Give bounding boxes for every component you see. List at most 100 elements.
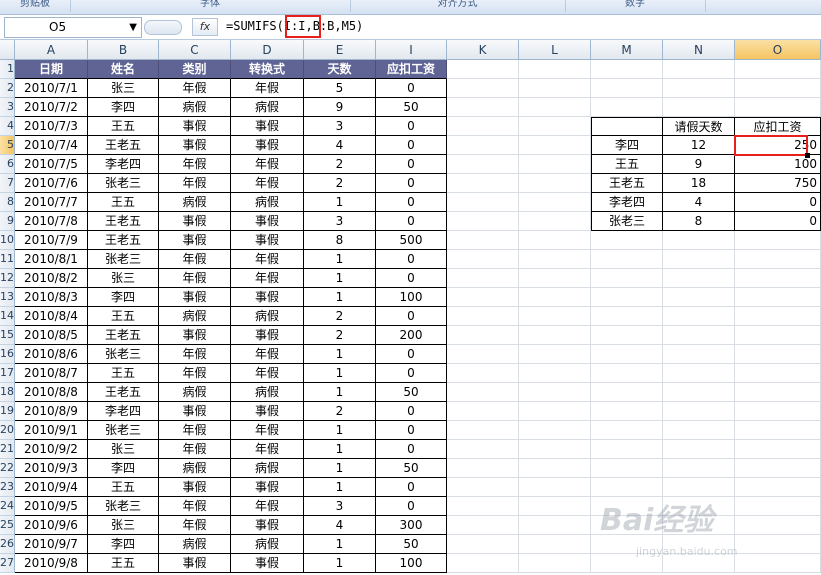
main-table-cell[interactable]: 2010/9/3 (15, 459, 88, 478)
main-table-cell[interactable]: 0 (376, 250, 447, 269)
row-header-3[interactable]: 3 (0, 98, 15, 117)
empty-cell[interactable] (519, 516, 591, 535)
main-table-cell[interactable]: 事假 (231, 326, 304, 345)
empty-cell[interactable] (447, 212, 519, 231)
main-table-cell[interactable]: 2010/7/5 (15, 155, 88, 174)
main-table-cell[interactable]: 年假 (159, 345, 231, 364)
row-header-26[interactable]: 26 (0, 535, 15, 554)
main-table-cell[interactable]: 2010/9/5 (15, 497, 88, 516)
empty-cell[interactable] (663, 326, 735, 345)
main-table-cell[interactable]: 年假 (159, 250, 231, 269)
empty-cell[interactable] (447, 554, 519, 573)
empty-cell[interactable] (735, 288, 821, 307)
main-table-cell[interactable]: 病假 (231, 98, 304, 117)
main-table-cell[interactable]: 1 (304, 459, 376, 478)
empty-cell[interactable] (447, 155, 519, 174)
main-table-cell[interactable]: 8 (304, 231, 376, 250)
empty-cell[interactable] (519, 402, 591, 421)
summary-cell[interactable]: 王老五 (591, 174, 663, 193)
summary-cell[interactable]: 0 (735, 212, 821, 231)
summary-cell[interactable]: 0 (735, 193, 821, 212)
column-header-d[interactable]: D (231, 40, 304, 60)
main-table-cell[interactable]: 年假 (159, 421, 231, 440)
main-table-cell[interactable]: 王老五 (88, 326, 159, 345)
empty-cell[interactable] (519, 440, 591, 459)
empty-cell[interactable] (591, 402, 663, 421)
main-table-cell[interactable]: 年假 (231, 155, 304, 174)
main-table-cell[interactable]: 事假 (159, 288, 231, 307)
main-table-cell[interactable]: 1 (304, 383, 376, 402)
main-table-cell[interactable]: 9 (304, 98, 376, 117)
empty-cell[interactable] (663, 98, 735, 117)
main-table-cell[interactable]: 张老三 (88, 345, 159, 364)
main-table-cell[interactable]: 年假 (159, 79, 231, 98)
main-table-cell[interactable]: 年假 (159, 440, 231, 459)
empty-cell[interactable] (735, 231, 821, 250)
row-header-6[interactable]: 6 (0, 155, 15, 174)
main-table-cell[interactable]: 年假 (159, 497, 231, 516)
empty-cell[interactable] (663, 421, 735, 440)
main-table-cell[interactable]: 1 (304, 345, 376, 364)
main-table-cell[interactable]: 2010/8/8 (15, 383, 88, 402)
summary-cell[interactable]: 王五 (591, 155, 663, 174)
empty-cell[interactable] (519, 60, 591, 79)
main-table-cell[interactable]: 0 (376, 193, 447, 212)
main-table-cell[interactable]: 1 (304, 421, 376, 440)
main-table-cell[interactable]: 3 (304, 497, 376, 516)
column-header-c[interactable]: C (159, 40, 231, 60)
main-table-cell[interactable]: 年假 (231, 250, 304, 269)
row-header-18[interactable]: 18 (0, 383, 15, 402)
row-header-2[interactable]: 2 (0, 79, 15, 98)
empty-cell[interactable] (663, 269, 735, 288)
main-table-cell[interactable]: 病假 (231, 383, 304, 402)
main-table-cell[interactable]: 李四 (88, 288, 159, 307)
empty-cell[interactable] (519, 155, 591, 174)
empty-cell[interactable] (519, 497, 591, 516)
empty-cell[interactable] (447, 440, 519, 459)
summary-cell[interactable]: 12 (663, 136, 735, 155)
row-header-20[interactable]: 20 (0, 421, 15, 440)
empty-cell[interactable] (663, 402, 735, 421)
name-box[interactable]: O5 ▼ (4, 17, 142, 38)
empty-cell[interactable] (663, 459, 735, 478)
summary-cell[interactable]: 18 (663, 174, 735, 193)
empty-cell[interactable] (447, 193, 519, 212)
main-table-cell[interactable]: 0 (376, 364, 447, 383)
main-table-cell[interactable]: 50 (376, 383, 447, 402)
main-table-cell[interactable]: 2010/8/7 (15, 364, 88, 383)
empty-cell[interactable] (735, 269, 821, 288)
main-table-cell[interactable]: 2 (304, 402, 376, 421)
empty-cell[interactable] (591, 383, 663, 402)
insert-function-button[interactable]: fx (192, 18, 218, 36)
main-table-cell[interactable]: 李四 (88, 459, 159, 478)
main-table-cell[interactable]: 0 (376, 212, 447, 231)
empty-cell[interactable] (519, 364, 591, 383)
column-header-b[interactable]: B (88, 40, 159, 60)
main-table-cell[interactable]: 事假 (159, 326, 231, 345)
empty-cell[interactable] (663, 383, 735, 402)
main-table-cell[interactable]: 2010/9/2 (15, 440, 88, 459)
column-header-i[interactable]: I (376, 40, 447, 60)
row-header-24[interactable]: 24 (0, 497, 15, 516)
chevron-down-icon[interactable]: ▼ (129, 18, 137, 37)
empty-cell[interactable] (591, 307, 663, 326)
main-table-cell[interactable]: 张老三 (88, 250, 159, 269)
summary-cell[interactable]: 4 (663, 193, 735, 212)
empty-cell[interactable] (663, 79, 735, 98)
main-table-cell[interactable]: 0 (376, 345, 447, 364)
empty-cell[interactable] (591, 231, 663, 250)
main-table-cell[interactable]: 年假 (231, 497, 304, 516)
empty-cell[interactable] (663, 231, 735, 250)
main-table-cell[interactable]: 1 (304, 478, 376, 497)
main-table-cell[interactable]: 2010/8/1 (15, 250, 88, 269)
main-table-cell[interactable]: 0 (376, 269, 447, 288)
empty-cell[interactable] (591, 98, 663, 117)
main-table-cell[interactable]: 年假 (159, 269, 231, 288)
column-header-e[interactable]: E (304, 40, 376, 60)
row-header-14[interactable]: 14 (0, 307, 15, 326)
column-header-m[interactable]: M (591, 40, 663, 60)
empty-cell[interactable] (663, 250, 735, 269)
column-header-n[interactable]: N (663, 40, 735, 60)
column-header-k[interactable]: K (447, 40, 519, 60)
main-table-cell[interactable]: 张三 (88, 440, 159, 459)
